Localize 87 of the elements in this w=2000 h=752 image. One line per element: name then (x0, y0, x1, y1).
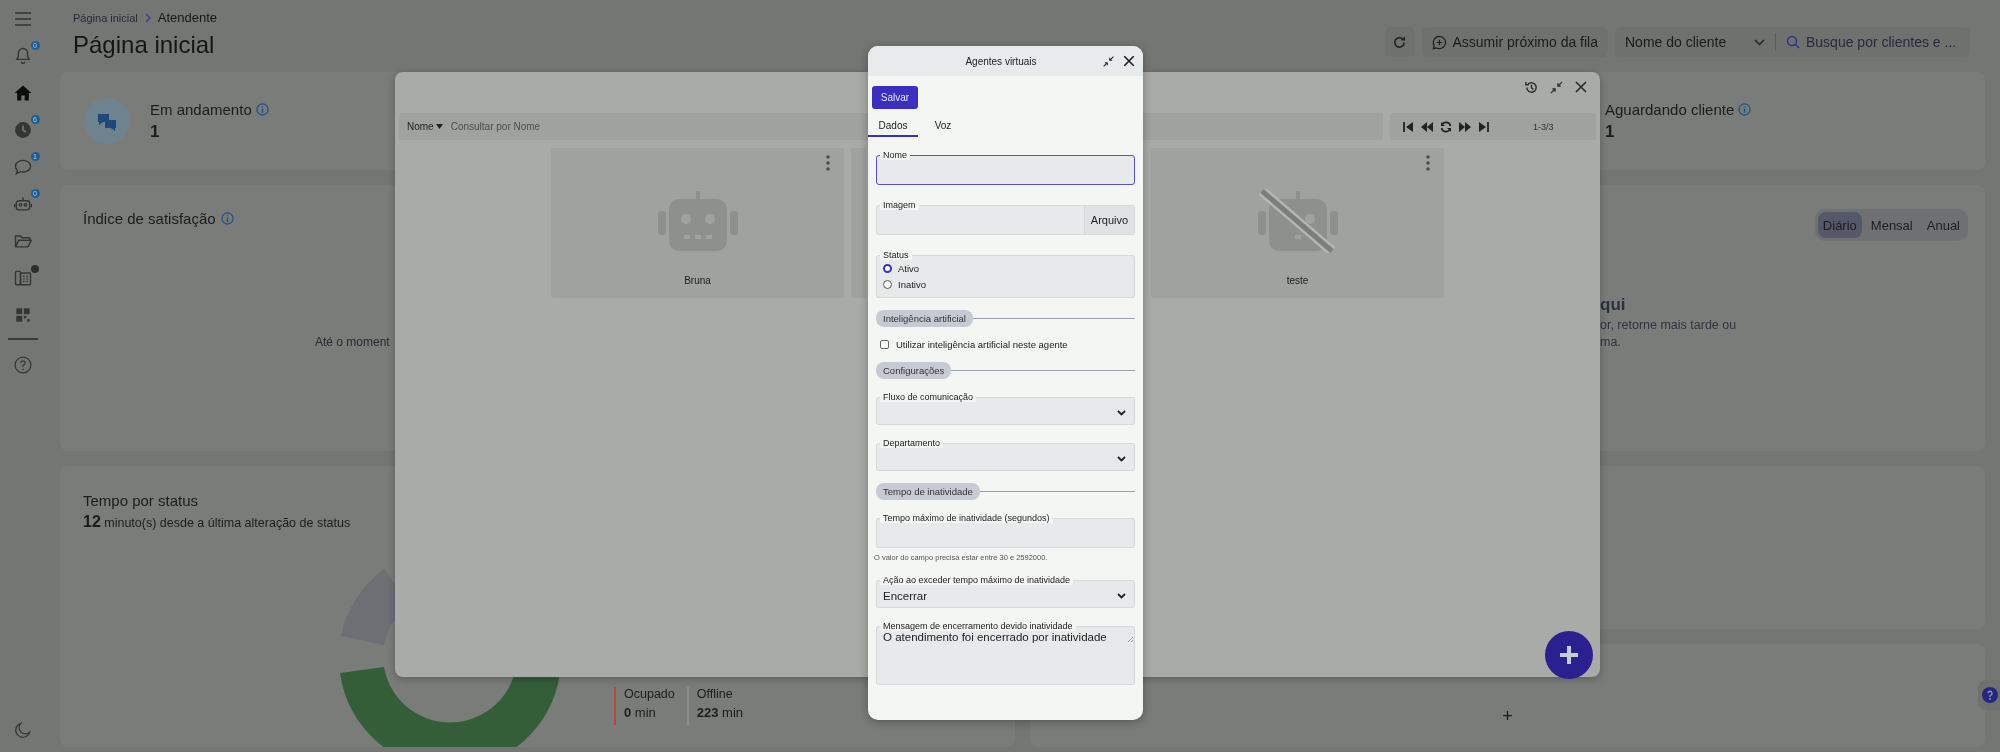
section-label: Configurações (876, 362, 952, 379)
chat-bubbles-icon (84, 98, 130, 144)
info-icon (220, 212, 234, 225)
stat-value: 1 (1605, 121, 1616, 142)
text-field[interactable]: Nome (876, 150, 1135, 185)
minimize-icon[interactable] (1549, 79, 1564, 95)
tab[interactable]: Dados (868, 115, 918, 137)
legend-label: Offline (696, 687, 734, 701)
next-in-queue-button[interactable]: Assumir próximo da fila (1421, 27, 1608, 57)
search-field[interactable]: Consultar por Nome (450, 121, 751, 132)
close-icon[interactable] (1123, 55, 1135, 67)
save-button[interactable]: Salvar (872, 86, 918, 109)
stat-label: Em andamento (150, 100, 252, 118)
history-icon[interactable] (1524, 79, 1539, 95)
chevron-down-icon (1754, 38, 1765, 46)
chevron-down-icon (1117, 456, 1126, 462)
info-icon (1738, 102, 1752, 116)
option-label: Inativo (898, 278, 926, 290)
card-title: Índice de satisfação (83, 210, 216, 227)
search-icon (1786, 35, 1800, 49)
text-field[interactable]: Tempo máximo de inatividade (segundos) (876, 513, 1135, 548)
legend-label: Ocupado (624, 687, 675, 701)
stat-label: Aguardando cliente (1605, 100, 1735, 118)
chevron-down-icon (1117, 593, 1126, 599)
previous-page-icon[interactable] (1421, 120, 1433, 133)
agent-card[interactable]: Bruna (551, 148, 844, 298)
chevron-right-icon (143, 12, 152, 23)
window-title: Agentes virtuais (964, 55, 1038, 67)
add-button[interactable]: + (1498, 707, 1517, 725)
page-title: Página inicial (73, 31, 216, 59)
client-select[interactable]: Nome do cliente (1615, 27, 1775, 57)
refresh-button[interactable] (1384, 27, 1415, 57)
checkbox[interactable] (880, 340, 889, 349)
card-title: Tempo por status (83, 492, 199, 509)
select-field[interactable]: Fluxo de comunicação (876, 392, 1135, 425)
section-label: Tempo de inatividade (876, 483, 980, 500)
info-icon (255, 102, 269, 116)
status-caption: 12 minuto(s) desde a última alteração de status (83, 513, 351, 531)
first-page-icon[interactable] (1402, 120, 1414, 133)
section-label: Inteligência artificial (876, 310, 973, 327)
page-range: 1-3/3 (1533, 121, 1554, 132)
select-field[interactable]: Departamento (876, 438, 1135, 471)
breadcrumb-current: Atendente (157, 10, 218, 25)
plus-icon (1558, 644, 1580, 666)
radio-button[interactable] (883, 263, 892, 273)
caret-icon (435, 124, 443, 129)
menu-icon (13, 10, 32, 27)
help-icon (1982, 687, 1998, 703)
legend-value: 0 min (624, 705, 657, 720)
refresh-icon[interactable] (1440, 120, 1452, 133)
more-icon[interactable] (826, 155, 830, 171)
agent-name: teste (1286, 275, 1309, 286)
radio-button[interactable] (883, 279, 892, 289)
message-field[interactable]: Mensagem de encerramento devido inatividade O atendimento foi encerrado por inatividade (876, 621, 1135, 685)
close-icon[interactable] (1574, 80, 1588, 94)
period-button[interactable]: Mensal (1865, 212, 1918, 238)
agent-name: Bruna (684, 275, 711, 286)
help-tab[interactable] (1978, 680, 2000, 710)
empty-message: ma. (1600, 335, 1622, 349)
tab[interactable]: Voz (918, 115, 968, 137)
chevron-down-icon (1117, 410, 1126, 416)
chat-plus-icon (1431, 34, 1447, 50)
last-page-icon[interactable] (1478, 120, 1490, 133)
empty-message: or, retorne mais tarde ou (1600, 318, 1738, 332)
resize-grip-icon[interactable] (1127, 636, 1133, 642)
filter-dropdown[interactable]: Nome (407, 121, 443, 132)
option-label: Ativo (898, 262, 920, 274)
empty-title: qui (1600, 295, 1627, 315)
refresh-icon (1392, 34, 1407, 50)
period-button[interactable]: Anual (1921, 212, 1965, 238)
more-icon[interactable] (1426, 155, 1430, 171)
empty-message: Até o moment (315, 335, 390, 349)
checkbox-label: Utilizar inteligência artificial neste agente (896, 339, 1068, 350)
group-label: Status (880, 250, 912, 260)
clock-icon (12, 119, 33, 140)
select-field[interactable]: Ação ao exceder tempo máximo de inatividade Encerrar (876, 575, 1135, 608)
file-button[interactable]: Arquivo (1084, 206, 1134, 234)
agent-card[interactable]: teste (1151, 148, 1444, 298)
minimize-icon[interactable] (1102, 54, 1115, 68)
search-field[interactable]: Busque por clientes e ... (1776, 27, 1970, 57)
stat-value: 1 (150, 121, 161, 142)
moon-icon (12, 719, 33, 740)
help-icon (12, 354, 33, 375)
next-page-icon[interactable] (1459, 120, 1471, 133)
field-label: Imagem (880, 200, 919, 210)
add-agent-button[interactable] (1545, 631, 1593, 679)
legend-value: 223 min (696, 705, 743, 720)
